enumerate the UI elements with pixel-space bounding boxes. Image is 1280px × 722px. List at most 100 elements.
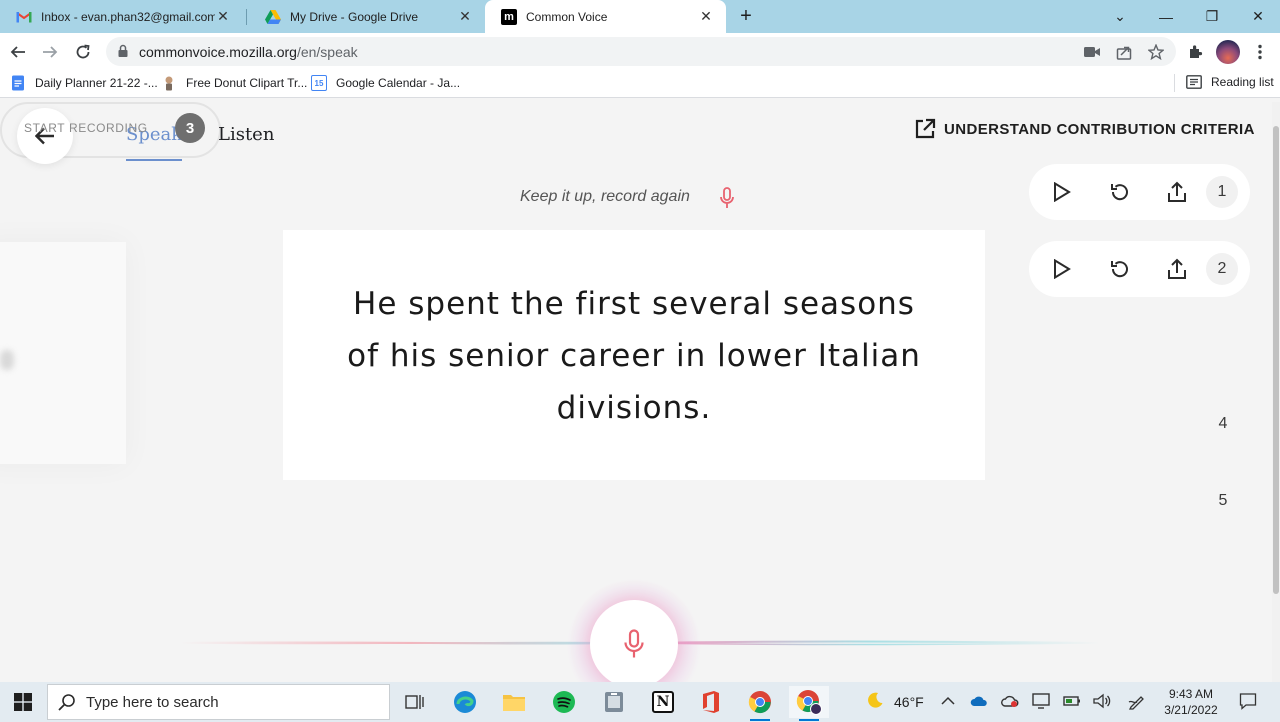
windows-logo-icon (14, 693, 32, 711)
extensions-icon[interactable] (1182, 39, 1208, 65)
recording-prompt: Keep it up, record again (520, 188, 690, 205)
clip-row-2: 2 (1029, 241, 1250, 297)
avatar[interactable] (1216, 40, 1240, 64)
new-tab-button[interactable]: + (734, 4, 758, 28)
cloud-sync-icon[interactable] (1001, 692, 1019, 710)
bookmark-daily-planner[interactable]: Daily Planner 21-22 -... (10, 75, 158, 91)
tab-title: Inbox - evan.phan32@gmail.com - G (41, 9, 215, 24)
criteria-label: UNDERSTAND CONTRIBUTION CRITERIA (944, 120, 1255, 138)
tab-google-drive[interactable]: My Drive - Google Drive ✕ (249, 0, 485, 33)
notion-icon[interactable]: N (643, 686, 683, 718)
task-view-icon[interactable] (395, 686, 435, 718)
rerecord-icon[interactable] (1106, 178, 1134, 206)
sentence-card: He spent the first several seasons of hi… (283, 230, 985, 480)
tab-gmail[interactable]: Inbox - evan.phan32@gmail.com - G ✕ (0, 0, 243, 33)
forward-arrow-icon[interactable] (37, 39, 63, 65)
display-icon[interactable] (1032, 692, 1050, 710)
mozilla-icon: m (501, 8, 517, 25)
reading-list-icon (1186, 75, 1202, 89)
reading-list-button[interactable]: Reading list (1174, 74, 1274, 92)
edge-icon[interactable] (445, 686, 485, 718)
gmail-icon (16, 9, 32, 25)
browser-toolbar: commonvoice.mozilla.org/en/speak (0, 33, 1280, 70)
taskbar-search[interactable]: Type here to search (47, 684, 390, 720)
play-icon[interactable] (1048, 255, 1076, 283)
more-options-icon[interactable] (1247, 39, 1273, 65)
record-button[interactable] (590, 600, 678, 682)
weather-moon-icon[interactable] (866, 691, 884, 709)
chrome-profile-icon[interactable] (789, 686, 829, 721)
google-drive-icon (265, 9, 281, 25)
close-icon[interactable]: ✕ (457, 8, 473, 25)
clock[interactable]: 9:43 AM 3/21/2022 (1158, 686, 1224, 718)
volume-icon[interactable] (1093, 692, 1111, 710)
url-host: commonvoice.mozilla.org (139, 44, 297, 60)
star-icon[interactable] (1146, 42, 1166, 62)
bookmark-label: Google Calendar - Ja... (336, 76, 461, 90)
reload-icon[interactable] (70, 39, 96, 65)
clip-number-4: 4 (1218, 415, 1228, 432)
tab-search-icon[interactable]: ⌄ (1097, 0, 1143, 33)
clip-number: 3 (175, 113, 205, 143)
close-icon[interactable]: ✕ (698, 8, 714, 25)
common-voice-page: Speak Listen UNDERSTAND CONTRIBUTION CRI… (0, 102, 1272, 682)
start-button[interactable] (0, 682, 46, 722)
contribution-criteria-link[interactable]: UNDERSTAND CONTRIBUTION CRITERIA (914, 118, 1255, 140)
scrollbar-thumb[interactable] (1273, 126, 1279, 594)
notifications-icon[interactable] (1239, 692, 1257, 710)
windows-taskbar: Type here to search N 46°F 9:43 AM 3/21/… (0, 682, 1280, 722)
office-icon[interactable] (691, 686, 731, 718)
weather-temperature[interactable]: 46°F (894, 694, 924, 710)
clip-number-5: 5 (1218, 492, 1228, 509)
google-docs-icon (12, 75, 24, 91)
divider (1174, 74, 1175, 92)
tab-title: My Drive - Google Drive (290, 9, 419, 24)
restore-button[interactable]: ❐ (1189, 0, 1235, 33)
onedrive-icon[interactable] (970, 692, 988, 710)
close-icon[interactable]: ✕ (215, 8, 231, 25)
photos-icon[interactable] (594, 686, 634, 718)
pen-icon[interactable] (1128, 692, 1146, 710)
clock-time: 9:43 AM (1168, 687, 1214, 701)
clip-row-1: 1 (1029, 164, 1250, 220)
google-calendar-icon: 15 (311, 75, 327, 91)
file-explorer-icon[interactable] (494, 686, 534, 718)
address-bar[interactable]: commonvoice.mozilla.org/en/speak (106, 37, 1176, 66)
upload-icon[interactable] (1163, 255, 1191, 283)
previous-sentence-card (0, 242, 126, 464)
bookmark-google-calendar[interactable]: 15 Google Calendar - Ja... (311, 75, 460, 91)
bookmark-donut-clipart[interactable]: Free Donut Clipart Tr... (161, 75, 307, 91)
battery-icon[interactable] (1063, 692, 1081, 710)
camera-icon[interactable] (1082, 42, 1102, 62)
play-icon[interactable] (1048, 178, 1076, 206)
back-arrow-icon[interactable] (5, 39, 31, 65)
page-back-button[interactable] (17, 108, 73, 164)
rerecord-icon[interactable] (1106, 255, 1134, 283)
chevron-up-icon[interactable] (939, 692, 957, 710)
tab-separator (246, 9, 247, 25)
search-icon (58, 694, 75, 711)
chrome-icon[interactable] (740, 686, 780, 721)
upload-icon[interactable] (1163, 178, 1191, 206)
clip-number: 1 (1206, 176, 1238, 208)
close-window-button[interactable]: ✕ (1235, 0, 1280, 33)
clipart-icon (165, 76, 173, 91)
url-text: commonvoice.mozilla.org/en/speak (139, 44, 358, 60)
tab-title: Common Voice (526, 9, 608, 24)
tab-common-voice[interactable]: m Common Voice ✕ (485, 0, 726, 33)
external-link-icon (915, 118, 936, 139)
search-placeholder: Type here to search (86, 693, 219, 711)
microphone-icon (624, 629, 644, 658)
sentence-text: He spent the first several seasons of hi… (347, 286, 921, 426)
tab-listen[interactable]: Listen (218, 124, 274, 145)
bookmark-label: Daily Planner 21-22 -... (35, 76, 158, 90)
notion-letter: N (652, 691, 674, 713)
minimize-button[interactable]: — (1143, 0, 1189, 33)
lock-icon (118, 44, 128, 57)
bookmarks-bar: Daily Planner 21-22 -... Free Donut Clip… (0, 70, 1280, 98)
url-path: /en/speak (296, 44, 358, 60)
share-icon[interactable] (1114, 42, 1134, 62)
spotify-icon[interactable] (544, 686, 584, 718)
page-scrollbar[interactable] (1272, 102, 1280, 682)
clock-date: 3/21/2022 (1164, 703, 1218, 717)
